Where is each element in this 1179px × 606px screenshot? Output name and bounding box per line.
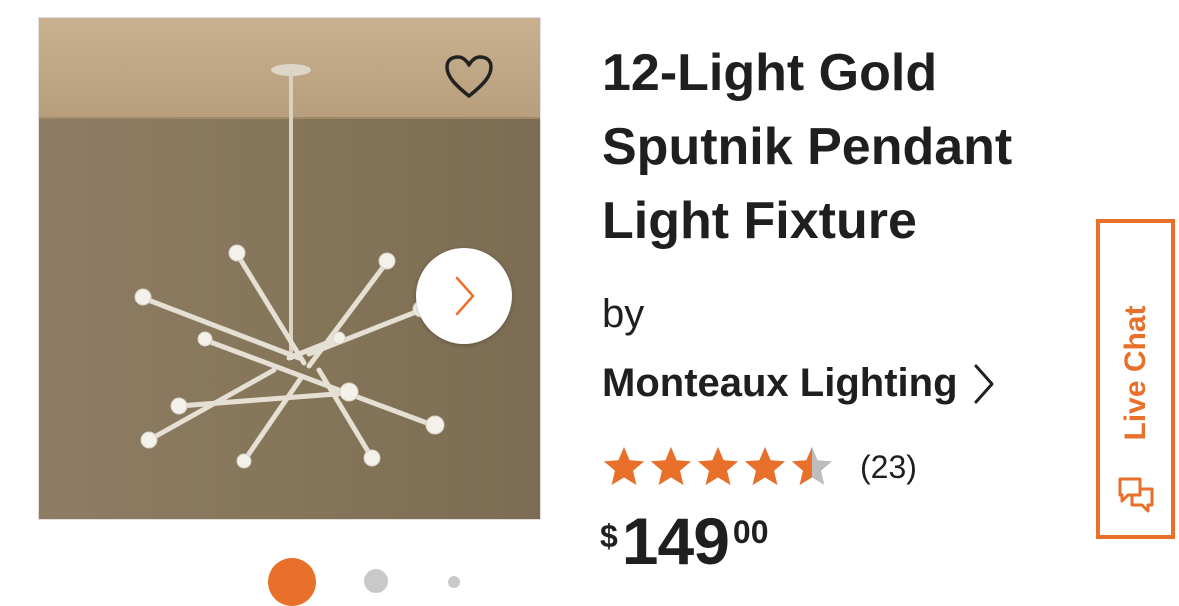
price: $ 149 00 [600,508,769,574]
price-currency: $ [600,518,618,554]
price-cents: 00 [732,514,769,550]
pagination-dot[interactable] [448,576,460,588]
star-icon [698,447,738,485]
star-icon [651,447,691,485]
live-chat-button[interactable]: Live Chat [1096,219,1175,539]
star-rating [602,445,834,489]
price-dollars: 149 [621,504,730,578]
brand-name: Monteaux Lighting [602,361,958,405]
chat-bubbles-icon [1116,475,1156,524]
pagination-dot[interactable] [364,569,388,593]
star-icon [604,447,644,485]
brand-link[interactable]: Monteaux Lighting [602,361,996,406]
live-chat-label: Live Chat [1118,305,1152,441]
star-icon [745,447,785,485]
chevron-right-icon [455,276,475,316]
rating-summary[interactable]: (23) [602,445,917,489]
pagination-dot-active[interactable] [268,558,316,606]
review-count: (23) [860,448,917,485]
chevron-right-icon [972,363,996,405]
by-label: by [602,292,645,336]
next-image-button[interactable] [416,248,512,344]
product-title: 12-Light Gold Sputnik Pendant Light Fixt… [602,44,1013,250]
heart-outline-icon [445,55,493,98]
favorite-button[interactable] [444,52,494,102]
star-icon [792,447,832,485]
